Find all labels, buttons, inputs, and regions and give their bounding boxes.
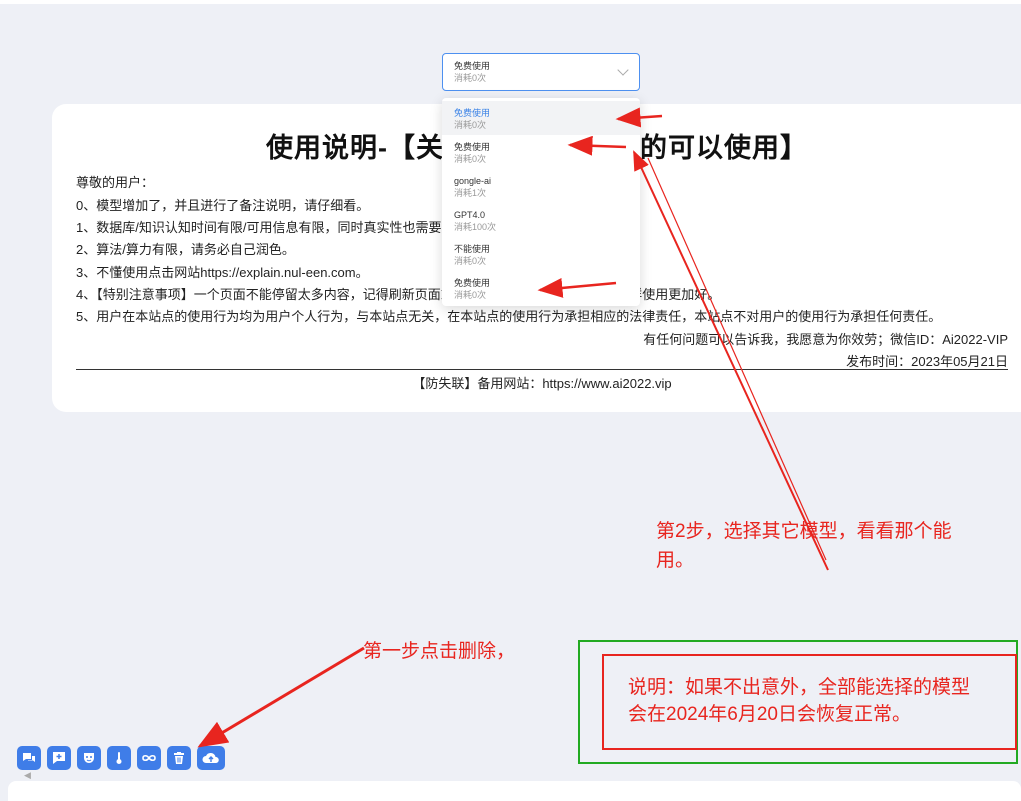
model-option-gpt4[interactable]: GPT4.0 消耗100次 xyxy=(442,203,640,237)
step2-annotation-line-2: 用。 xyxy=(656,550,695,571)
chat-input-area[interactable] xyxy=(8,781,1021,801)
model-option-cost: 消耗1次 xyxy=(454,188,487,198)
notice-line-2: 2、算法/算力有限，请务必自己润色。 xyxy=(76,242,295,257)
step1-annotation: 第一步点击删除， xyxy=(363,641,516,662)
new-chat-icon[interactable] xyxy=(47,746,71,770)
model-option-cost: 消耗0次 xyxy=(454,290,487,300)
chat-toolbar xyxy=(17,746,225,770)
model-option-cost: 消耗0次 xyxy=(454,256,487,266)
trash-icon[interactable] xyxy=(167,746,191,770)
note-line-2: 会在2024年6月20日会恢复正常。 xyxy=(628,704,911,725)
notice-greeting: 尊敬的用户： xyxy=(76,175,155,190)
model-option-free-1[interactable]: 免费使用 消耗0次 xyxy=(442,101,640,135)
note-text: 说明：如果不出意外，全部能选择的模型 会在2024年6月20日会恢复正常。 xyxy=(628,674,970,728)
step2-annotation-line-1: 第2步，选择其它模型，看看那个能 xyxy=(656,521,952,542)
note-line-1: 说明：如果不出意外，全部能选择的模型 xyxy=(628,677,971,698)
notice-line-0: 0、模型增加了，并且进行了备注说明，请仔细看。 xyxy=(76,198,370,213)
chat-icon[interactable] xyxy=(17,746,41,770)
mask-icon[interactable] xyxy=(77,746,101,770)
model-select[interactable]: 免费使用 消耗0次 xyxy=(442,53,640,91)
model-option-cost: 消耗100次 xyxy=(454,222,497,232)
model-option-name: 免费使用 xyxy=(454,142,491,152)
model-select-cost: 消耗0次 xyxy=(454,73,487,83)
model-option-cost: 消耗0次 xyxy=(454,154,487,164)
infinity-icon[interactable] xyxy=(137,746,161,770)
arrow-step1-to-trash xyxy=(197,646,365,748)
model-option-cost: 消耗0次 xyxy=(454,120,487,130)
model-option-name: 免费使用 xyxy=(454,278,491,288)
model-option-name: gongle-ai xyxy=(454,176,492,186)
notice-line-3: 3、不懂使用点击网站https://explain.nul-een.com。 xyxy=(76,265,369,280)
notice-mirror-site: 【防失联】备用网站：https://www.ai2022.vip xyxy=(412,376,672,391)
thermometer-icon[interactable] xyxy=(107,746,131,770)
notice-divider xyxy=(76,369,1008,370)
notice-publish-time: 发布时间：2023年05月21日 xyxy=(846,354,1008,369)
model-option-name: 不能使用 xyxy=(454,244,491,254)
notice-line-5: 5、用户在本站点的使用行为均为用户个人行为，与本站点无关，在本站点的使用行为承担… xyxy=(76,309,942,324)
model-option-gongle-ai[interactable]: gongle-ai 消耗1次 xyxy=(442,169,640,203)
caret-left-icon: ◀ xyxy=(24,770,31,780)
model-option-name: GPT4.0 xyxy=(454,210,486,220)
model-option-unavailable[interactable]: 不能使用 消耗0次 xyxy=(442,237,640,271)
cloud-upload-icon[interactable] xyxy=(197,746,225,770)
model-option-free-3[interactable]: 免费使用 消耗0次 xyxy=(442,271,640,305)
notice-contact: 有任何问题可以告诉我，我愿意为你效劳；微信ID：Ai2022-VIP xyxy=(643,332,1008,347)
top-band xyxy=(0,0,1021,4)
model-select-name: 免费使用 xyxy=(454,61,491,71)
model-option-name: 免费使用 xyxy=(454,108,491,118)
model-option-free-2[interactable]: 免费使用 消耗0次 xyxy=(442,135,640,169)
model-dropdown: 免费使用 消耗0次 免费使用 消耗0次 gongle-ai 消耗1次 GPT4.… xyxy=(442,98,640,306)
